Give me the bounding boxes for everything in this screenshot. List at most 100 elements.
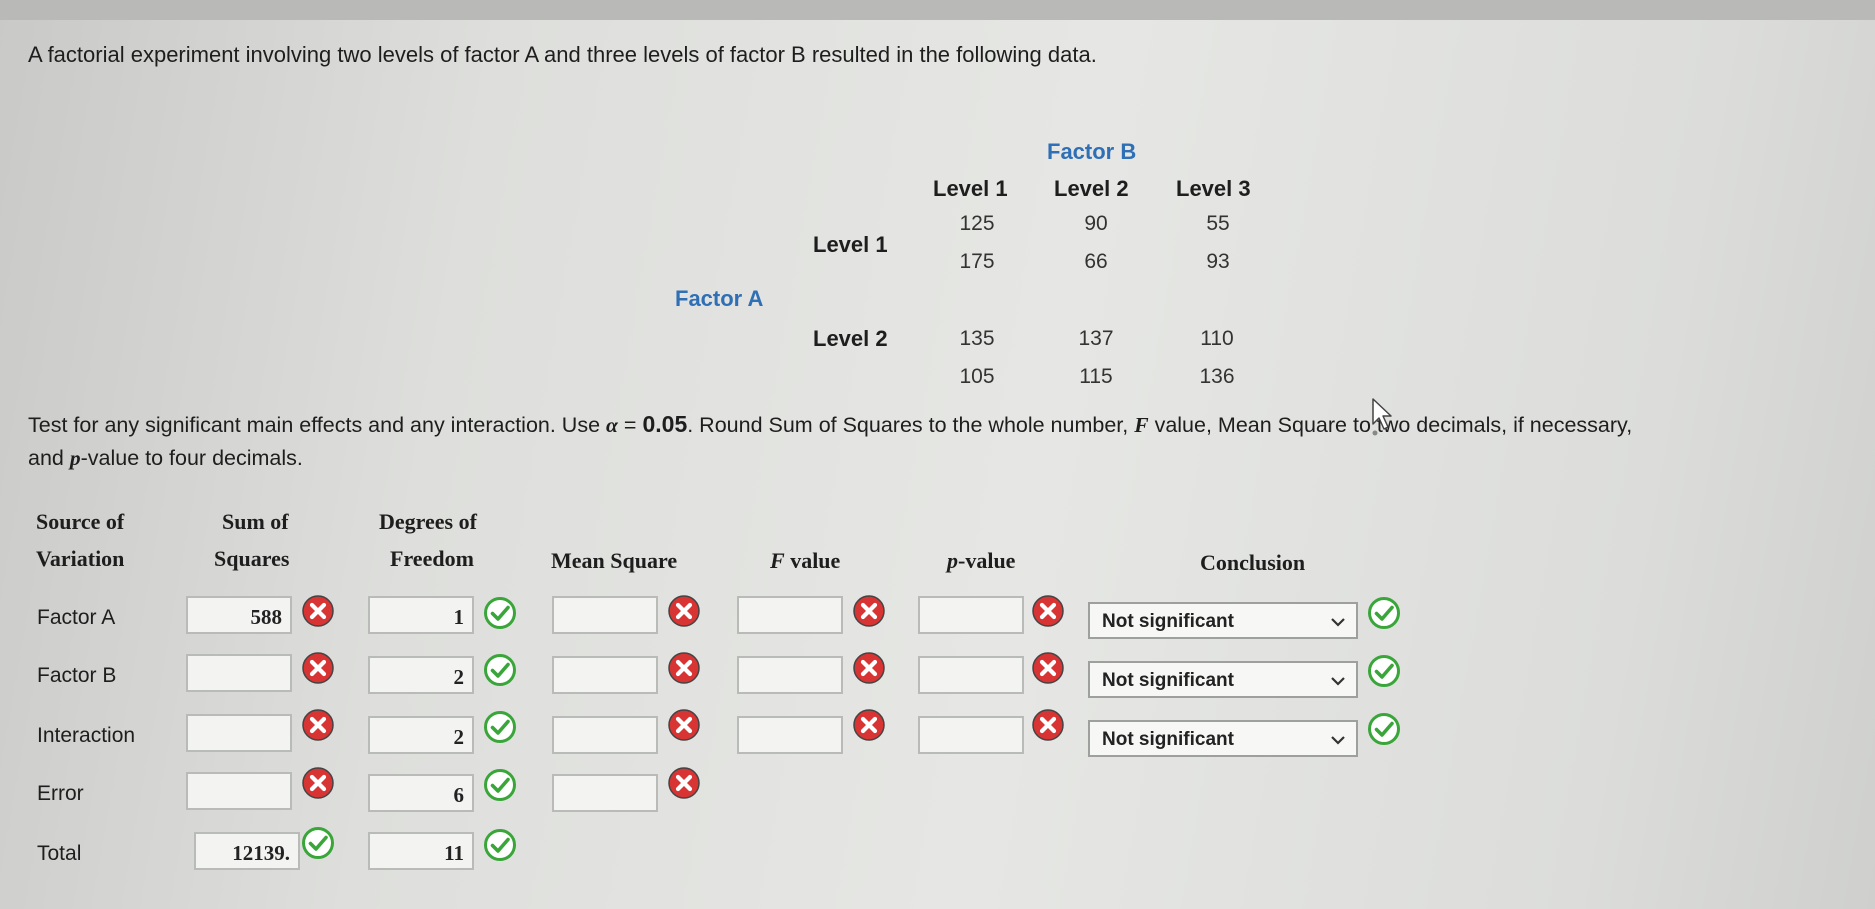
row-header-level-1: Level 1 [813, 232, 888, 257]
header-df-line1: Degrees of [379, 509, 477, 534]
factor-b-label: Factor B [1047, 139, 1137, 164]
status-p-factor-b-x-circle-icon [1031, 651, 1065, 685]
row-header-level-2: Level 2 [813, 326, 888, 351]
ss-factor-a-input[interactable]: 588 [186, 596, 292, 634]
conclusion-factor-a-select[interactable]: Not significant [1088, 602, 1358, 639]
mouse-pointer-icon [1372, 398, 1392, 436]
header-conclusion: Conclusion [1200, 550, 1306, 575]
instr-part2: . Round Sum of Squares to the whole numb… [687, 413, 1129, 437]
top-edge [0, 0, 1875, 20]
p-interaction-input[interactable] [918, 716, 1024, 754]
status-df-factor-b-check-circle-icon [483, 653, 517, 687]
header-f-suffix: value [784, 548, 841, 573]
f-factor-a-input[interactable] [737, 596, 843, 634]
status-ms-factor-b-x-circle-icon [667, 651, 701, 685]
ss-interaction-input[interactable] [186, 714, 292, 752]
header-p-suffix: -value [958, 548, 1016, 573]
ms-interaction-input[interactable] [552, 716, 658, 754]
cell-a1-b3-2: 93 [1206, 250, 1230, 273]
instr-line2-b: -value to four decimals. [80, 446, 303, 470]
cell-a1-b3-1: 55 [1206, 212, 1230, 235]
status-p-interaction-x-circle-icon [1031, 708, 1065, 742]
cell-a2-b3-2: 136 [1199, 365, 1235, 388]
p-factor-b-input[interactable] [918, 656, 1024, 694]
cell-a1-b2-1: 90 [1084, 212, 1108, 235]
header-ss-line1: Sum of [222, 509, 289, 534]
status-ss-factor-a-x-circle-icon [301, 594, 335, 628]
p-symbol: p [69, 446, 81, 470]
status-conclusion-factor-a-check-circle-icon [1367, 596, 1401, 630]
chevron-down-icon [1331, 618, 1345, 627]
header-p-value: p-value [947, 548, 1015, 574]
source-factor-a: Factor A [37, 606, 116, 629]
col-header-level-2: Level 2 [1054, 176, 1129, 201]
conclusion-interaction-value: Not significant [1102, 729, 1234, 750]
status-ms-interaction-x-circle-icon [667, 708, 701, 742]
ms-factor-b-input[interactable] [552, 656, 658, 694]
header-ss-line2: Squares [214, 546, 290, 571]
df-interaction-input[interactable]: 2 [368, 716, 474, 754]
header-mean-square: Mean Square [551, 548, 678, 573]
chevron-down-icon [1331, 736, 1345, 745]
instructions-line-2: and p-value to four decimals. [28, 446, 303, 471]
f-factor-b-input[interactable] [737, 656, 843, 694]
status-df-factor-a-check-circle-icon [483, 596, 517, 630]
alpha-symbol: α [606, 413, 618, 437]
ss-error-input[interactable] [186, 772, 292, 810]
df-factor-a-input[interactable]: 1 [368, 596, 474, 634]
header-p-symbol: p [947, 548, 958, 573]
status-df-interaction-check-circle-icon [483, 710, 517, 744]
status-ss-interaction-x-circle-icon [301, 708, 335, 742]
col-header-level-1: Level 1 [933, 176, 1008, 201]
f-interaction-input[interactable] [737, 716, 843, 754]
alpha-value: 0.05 [642, 411, 688, 437]
cell-a1-b1-2: 175 [959, 250, 995, 273]
source-error: Error [37, 782, 84, 805]
conclusion-factor-b-value: Not significant [1102, 670, 1234, 691]
header-df-line2: Freedom [390, 546, 474, 571]
status-ss-total-check-circle-icon [301, 826, 335, 860]
source-total: Total [37, 842, 82, 865]
cell-a2-b2-2: 115 [1079, 365, 1113, 388]
cell-a2-b1-1: 135 [959, 327, 995, 350]
status-conclusion-interaction-check-circle-icon [1367, 712, 1401, 746]
chevron-down-icon [1331, 677, 1345, 686]
header-f-value: F value [770, 548, 840, 574]
header-f-symbol: F [770, 548, 785, 573]
ss-total-input[interactable]: 12139. [194, 832, 300, 870]
status-f-factor-a-x-circle-icon [852, 594, 886, 628]
df-error-input[interactable]: 6 [368, 774, 474, 812]
instr-part1: Test for any significant main effects an… [28, 413, 601, 437]
factor-a-label: Factor A [675, 286, 764, 311]
cell-a2-b2-1: 137 [1078, 327, 1114, 350]
cell-a2-b1-2: 105 [959, 365, 995, 388]
header-source-line1: Source of [36, 509, 125, 534]
p-factor-a-input[interactable] [918, 596, 1024, 634]
header-source-line2: Variation [36, 546, 125, 571]
status-conclusion-factor-b-check-circle-icon [1367, 654, 1401, 688]
status-ms-factor-a-x-circle-icon [667, 594, 701, 628]
cell-a2-b3-1: 110 [1200, 327, 1234, 350]
conclusion-factor-b-select[interactable]: Not significant [1088, 661, 1358, 698]
cell-a1-b2-2: 66 [1084, 250, 1108, 273]
instr-line2-a: and [28, 446, 64, 470]
ss-factor-b-input[interactable] [186, 654, 292, 692]
col-header-level-3: Level 3 [1176, 176, 1251, 201]
f-symbol: F [1134, 413, 1149, 437]
source-interaction: Interaction [37, 724, 136, 747]
status-ms-error-x-circle-icon [667, 766, 701, 800]
source-factor-b: Factor B [37, 664, 117, 687]
ms-factor-a-input[interactable] [552, 596, 658, 634]
cell-a1-b1-1: 125 [959, 212, 995, 235]
ms-error-input[interactable] [552, 774, 658, 812]
df-total-input[interactable]: 11 [368, 832, 474, 870]
status-f-factor-b-x-circle-icon [852, 651, 886, 685]
status-ss-factor-b-x-circle-icon [301, 651, 335, 685]
status-f-interaction-x-circle-icon [852, 708, 886, 742]
conclusion-interaction-select[interactable]: Not significant [1088, 720, 1358, 757]
df-factor-b-input[interactable]: 2 [368, 656, 474, 694]
instr-equals: = [623, 413, 637, 437]
status-df-total-check-circle-icon [483, 828, 517, 862]
status-p-factor-a-x-circle-icon [1031, 594, 1065, 628]
status-ss-error-x-circle-icon [301, 766, 335, 800]
